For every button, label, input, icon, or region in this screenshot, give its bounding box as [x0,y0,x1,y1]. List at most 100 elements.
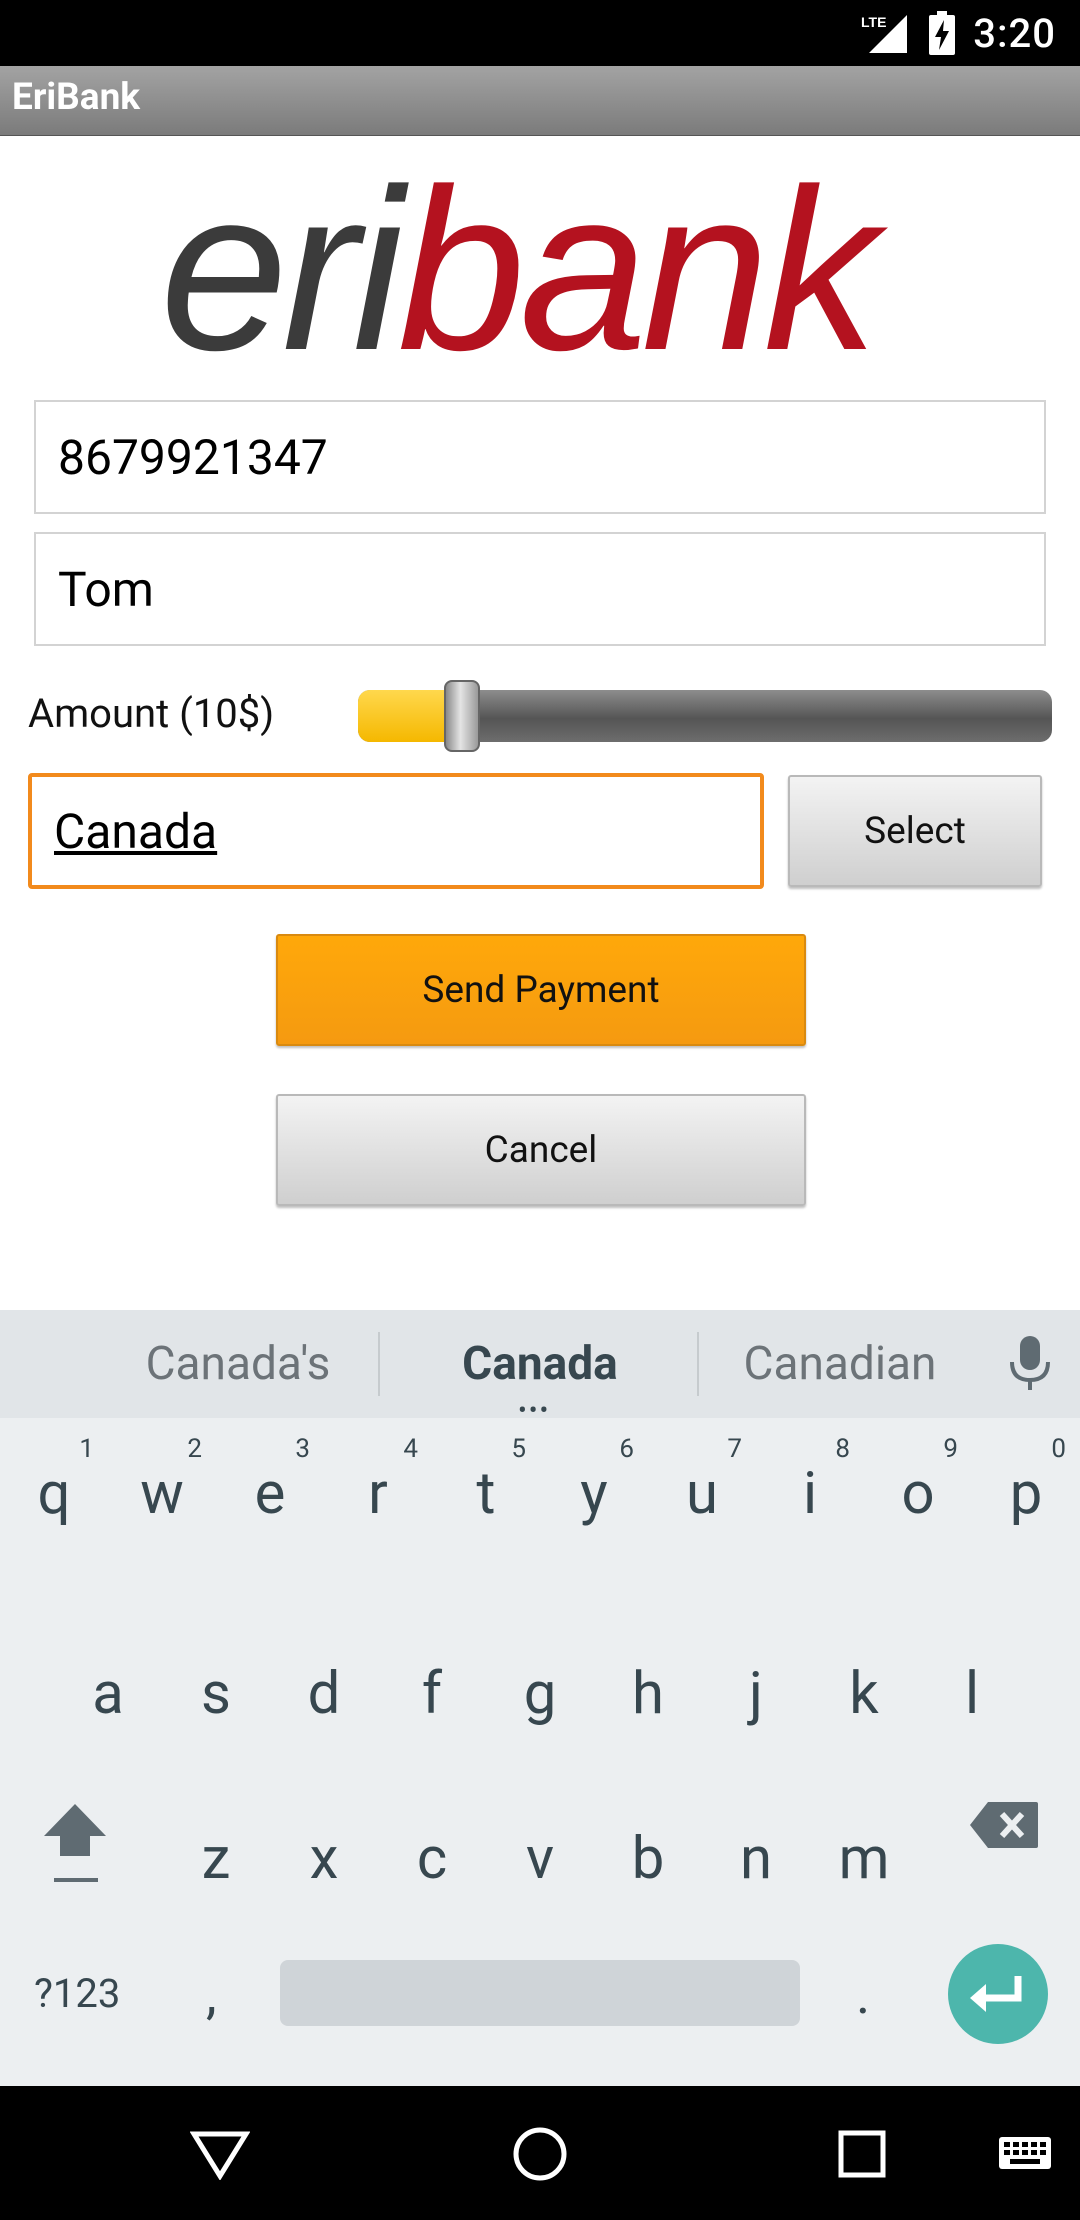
key-q[interactable]: q1 [6,1430,102,1580]
suggestion-strip: Canada's Canada Canadian ••• [0,1310,1080,1426]
key-label: y [580,1460,608,1528]
key-hint: 3 [295,1434,310,1464]
key-label: f [421,1660,443,1728]
key-r[interactable]: r4 [330,1430,426,1580]
key-v[interactable]: v [492,1795,588,1945]
suggestion-divider [378,1332,380,1396]
key-hint: 0 [1051,1434,1066,1464]
keyboard-switch-icon[interactable] [998,2136,1052,2180]
key-p[interactable]: p0 [978,1430,1074,1580]
key-label: u [686,1460,718,1528]
key-d[interactable]: d [276,1630,372,1780]
key-label: d [307,1660,341,1728]
send-payment-button[interactable]: Send Payment [276,934,806,1046]
symbols-key[interactable]: ?123 [34,1970,120,2017]
key-label: b [631,1825,665,1893]
logo-eri: eri [160,141,404,398]
key-a[interactable]: a [60,1630,156,1780]
key-j[interactable]: j [708,1630,804,1780]
key-y[interactable]: y6 [546,1430,642,1580]
key-hint: 6 [619,1434,634,1464]
key-hint: 7 [727,1434,742,1464]
key-label: x [309,1825,339,1893]
enter-icon [970,1976,1022,2012]
key-hint: 5 [511,1434,526,1464]
key-z[interactable]: z [168,1795,264,1945]
key-label: r [368,1460,388,1528]
suggestion-divider [697,1332,699,1396]
home-icon[interactable] [512,2126,568,2186]
phone-number-value: 8679921347 [58,428,328,486]
key-o[interactable]: o9 [870,1430,966,1580]
lte-signal-icon: LTE [861,11,911,55]
key-n[interactable]: n [708,1795,804,1945]
key-hint: 4 [403,1434,418,1464]
key-label: l [964,1660,980,1728]
key-label: g [523,1660,557,1728]
key-i[interactable]: i8 [762,1430,858,1580]
key-l[interactable]: l [924,1630,1020,1780]
suggestion-right[interactable]: Canadian [700,1310,980,1418]
comma-key[interactable]: , [206,1964,217,2027]
key-label: p [1009,1460,1043,1528]
key-label: o [901,1460,935,1528]
shift-icon[interactable] [40,1800,110,1894]
logo-bank: bank [397,141,879,398]
key-h[interactable]: h [600,1630,696,1780]
key-label: i [802,1460,818,1528]
key-hint: 1 [79,1434,94,1464]
cancel-button[interactable]: Cancel [276,1094,806,1206]
backspace-icon[interactable] [968,1800,1040,1854]
key-label: t [476,1460,496,1528]
slider-thumb[interactable] [444,680,480,752]
key-label: k [849,1660,879,1728]
key-w[interactable]: w2 [114,1430,210,1580]
amount-slider[interactable] [358,680,1052,752]
key-label: v [525,1825,555,1893]
more-suggestions-dots: ••• [518,1396,551,1426]
svg-text:LTE: LTE [861,14,886,30]
amount-label: Amount (10$) [28,690,275,737]
key-label: a [92,1660,124,1728]
country-value: Canada [54,802,218,860]
status-bar: LTE 3:20 [0,0,1080,66]
key-c[interactable]: c [384,1795,480,1945]
recents-icon[interactable] [838,2130,886,2182]
back-icon[interactable] [189,2130,251,2184]
app-bar: EriBank [0,66,1080,136]
key-label: q [37,1460,71,1528]
phone-number-field[interactable]: 8679921347 [34,400,1046,514]
key-x[interactable]: x [276,1795,372,1945]
navigation-bar [0,2086,1080,2220]
key-hint: 2 [187,1434,202,1464]
key-u[interactable]: u7 [654,1430,750,1580]
key-m[interactable]: m [816,1795,912,1945]
country-field[interactable]: Canada [28,773,764,889]
space-bar[interactable] [280,1960,800,2026]
clock: 3:20 [973,9,1056,57]
name-value: Tom [58,560,154,618]
app-title: EriBank [12,76,141,119]
key-hint: 8 [835,1434,850,1464]
key-label: c [416,1825,448,1893]
key-e[interactable]: e3 [222,1430,318,1580]
key-b[interactable]: b [600,1795,696,1945]
key-label: n [739,1825,773,1893]
key-label: j [749,1660,763,1728]
select-button[interactable]: Select [788,775,1042,887]
battery-charging-icon [929,11,956,55]
key-hint: 9 [943,1434,958,1464]
key-s[interactable]: s [168,1630,264,1780]
key-k[interactable]: k [816,1630,912,1780]
key-label: h [632,1660,664,1728]
enter-key[interactable] [948,1944,1048,2044]
key-t[interactable]: t5 [438,1430,534,1580]
suggestion-left[interactable]: Canada's [88,1310,388,1418]
key-f[interactable]: f [384,1630,480,1780]
period-key[interactable]: . [856,1964,870,2027]
eribank-logo: eribank [160,155,878,385]
microphone-icon[interactable] [1006,1334,1054,1398]
key-label: s [201,1660,231,1728]
name-field[interactable]: Tom [34,532,1046,646]
key-g[interactable]: g [492,1630,588,1780]
